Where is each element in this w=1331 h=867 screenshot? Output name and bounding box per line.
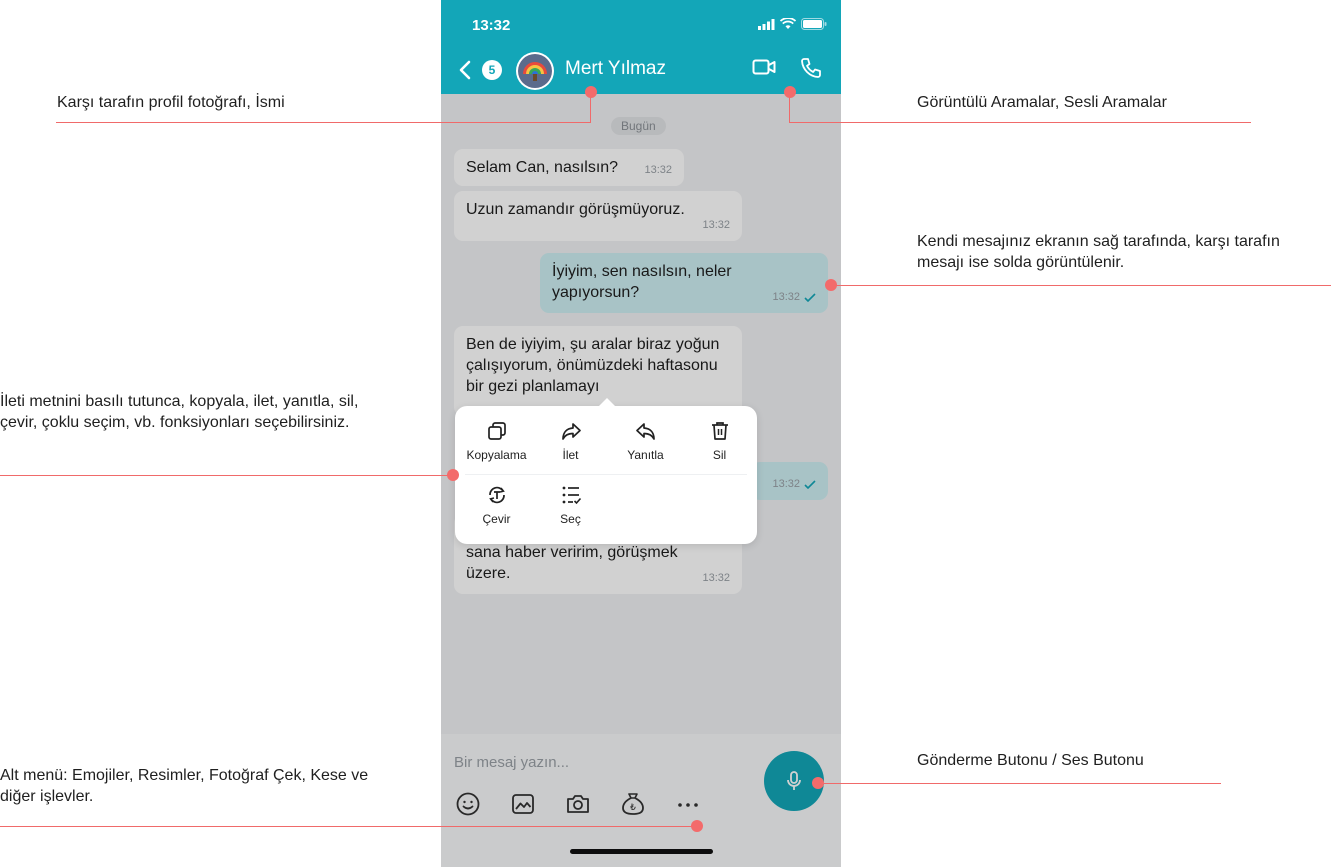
- chevron-left-icon: [459, 60, 471, 80]
- menu-item-label: İlet: [562, 448, 579, 462]
- annotation-marker: [825, 279, 837, 291]
- phone-icon: [801, 58, 821, 78]
- copy-icon: [487, 422, 506, 440]
- voice-call-button[interactable]: [799, 56, 823, 85]
- annotation-line: [56, 122, 591, 123]
- annotation-marker: [812, 777, 824, 789]
- select-list-icon: [562, 486, 581, 505]
- annotation-longpress: İleti metnini basılı tutunca, kopyala, i…: [0, 393, 359, 431]
- menu-item-label: Seç: [560, 512, 581, 526]
- trash-icon: [711, 422, 728, 440]
- forward-icon: [561, 423, 581, 440]
- menu-divider: [465, 474, 747, 475]
- menu-item-forward[interactable]: İlet: [533, 420, 608, 462]
- annotation-line: [819, 783, 1221, 784]
- menu-item-label: Çevir: [482, 512, 511, 526]
- video-call-button[interactable]: [752, 58, 776, 81]
- menu-item-label: Yanıtla: [627, 448, 664, 462]
- status-icons: [758, 18, 827, 30]
- menu-item-copy[interactable]: Kopyalama: [459, 420, 534, 462]
- annotation-marker: [585, 86, 597, 98]
- menu-item-delete[interactable]: Sil: [682, 420, 757, 462]
- menu-caret: [599, 398, 615, 406]
- avatar[interactable]: [516, 52, 554, 90]
- annotation-profile: Karşı tarafın profil fotoğrafı, İsmi: [57, 94, 285, 111]
- annotation-line: [0, 475, 453, 476]
- status-time: 13:32: [472, 17, 511, 34]
- menu-item-translate[interactable]: Çevir: [459, 484, 534, 526]
- video-camera-icon: [752, 59, 776, 75]
- wifi-icon: [780, 18, 796, 29]
- annotation-calls: Görüntülü Aramalar, Sesli Aramalar: [917, 94, 1167, 111]
- annotation-line: [0, 826, 697, 827]
- translate-icon: [488, 486, 505, 504]
- profile-photo-icon: [518, 54, 552, 88]
- reply-icon: [635, 423, 655, 440]
- menu-item-label: Sil: [712, 448, 727, 462]
- menu-item-reply[interactable]: Yanıtla: [608, 420, 683, 462]
- annotation-messages: Kendi mesajınız ekranın sağ tarafında, k…: [917, 233, 1280, 271]
- menu-item-label: Kopyalama: [466, 448, 527, 462]
- battery-icon: [801, 18, 827, 30]
- annotation-line: [833, 285, 1331, 286]
- annotation-bottom-menu: Alt menü: Emojiler, Resimler, Fotoğraf Ç…: [0, 767, 369, 805]
- contact-name[interactable]: Mert Yılmaz: [565, 58, 666, 80]
- back-button[interactable]: [459, 60, 471, 85]
- message-context-menu: Kopyalama İlet Yanıtla Sil Çevir Seç: [455, 398, 757, 544]
- annotation-marker: [691, 820, 703, 832]
- chat-header: 13:32 5 Mert Yılmaz: [441, 0, 841, 94]
- menu-item-select[interactable]: Seç: [533, 484, 608, 526]
- annotation-marker: [447, 469, 459, 481]
- annotation-line: [789, 122, 1251, 123]
- signal-icon: [758, 18, 775, 30]
- unread-badge: 5: [482, 60, 502, 80]
- annotation-marker: [784, 86, 796, 98]
- annotation-send: Gönderme Butonu / Ses Butonu: [917, 752, 1144, 769]
